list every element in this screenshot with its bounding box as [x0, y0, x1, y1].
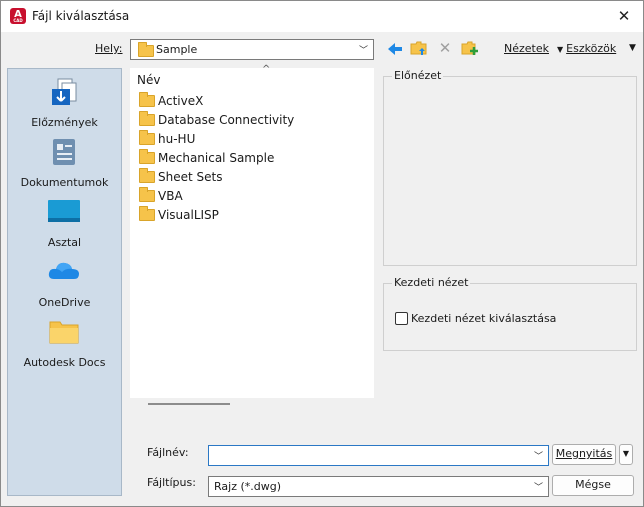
list-item[interactable]: Mechanical Sample: [139, 148, 274, 167]
chevron-down-icon: ﹀: [533, 452, 543, 462]
tools-menu[interactable]: ▼ Eszközök: [557, 42, 616, 55]
window-title: Fájl kiválasztása: [32, 9, 130, 23]
location-value: Sample: [156, 43, 198, 56]
filetype-value: Rajz (*.dwg): [214, 480, 282, 493]
new-folder-icon[interactable]: [461, 39, 479, 57]
back-arrow-icon[interactable]: [386, 40, 404, 58]
autocad-app-icon: A CAD: [10, 8, 26, 24]
history-icon: [52, 78, 77, 105]
folder-icon: [139, 91, 155, 107]
initial-view-label: Kezdeti nézet: [392, 276, 471, 289]
preview-group: Előnézet: [383, 69, 637, 266]
column-header-name[interactable]: Név: [137, 73, 160, 87]
place-label: Előzmények: [31, 116, 98, 129]
list-item[interactable]: ActiveX: [139, 91, 203, 110]
horizontal-scrollbar[interactable]: [148, 403, 230, 405]
location-label: Hely:: [95, 42, 123, 55]
file-dialog-window: A CAD Fájl kiválasztása ✕ Hely: Sample ﹀ …: [0, 0, 644, 507]
folder-icon: [139, 186, 155, 202]
file-list[interactable]: ^ Név ActiveX Database Connectivity hu-H…: [130, 64, 374, 398]
place-history[interactable]: Előzmények: [8, 71, 121, 131]
location-dropdown[interactable]: Sample ﹀: [130, 39, 374, 60]
place-label: OneDrive: [38, 296, 91, 309]
title-bar: A CAD Fájl kiválasztása ✕: [1, 1, 643, 32]
initial-view-checkbox-label[interactable]: Kezdeti nézet kiválasztása: [411, 312, 556, 325]
folder-icon: [139, 110, 155, 126]
views-menu[interactable]: Nézetek: [504, 42, 549, 55]
tools-dropdown-arrow-icon: ▼: [557, 45, 564, 54]
folder-icon: [139, 148, 155, 164]
onedrive-icon: [48, 262, 79, 279]
folder-icon: [139, 205, 155, 221]
initial-view-group: Kezdeti nézet Kezdeti nézet kiválasztása: [383, 276, 637, 351]
chevron-down-icon: ﹀: [358, 46, 368, 56]
delete-icon[interactable]: ✕: [436, 39, 454, 57]
list-item[interactable]: Sheet Sets: [139, 167, 222, 186]
folder-icon: [138, 42, 154, 57]
place-label: Autodesk Docs: [23, 356, 106, 369]
folder-icon: [139, 129, 155, 145]
list-item[interactable]: VBA: [139, 186, 183, 205]
toolbar-overflow-button[interactable]: ▼: [629, 43, 636, 53]
chevron-down-icon: ﹀: [533, 483, 543, 493]
open-button[interactable]: Megnyitás: [552, 444, 616, 465]
open-options-button[interactable]: ▼: [619, 444, 633, 465]
place-documents[interactable]: Dokumentumok: [8, 131, 121, 191]
filetype-label: Fájltípus:: [147, 476, 196, 489]
list-item[interactable]: Database Connectivity: [139, 110, 294, 129]
list-item[interactable]: hu-HU: [139, 129, 195, 148]
folder-icon: [139, 167, 155, 183]
places-bar: Előzmények Dokumentumok Asztal OneDrive …: [7, 68, 122, 496]
place-label: Dokumentumok: [20, 176, 109, 189]
desktop-icon: [48, 200, 80, 222]
documents-icon: [53, 139, 75, 165]
close-button[interactable]: ✕: [613, 8, 635, 26]
place-autodesk-docs[interactable]: Autodesk Docs: [8, 311, 121, 371]
cancel-button[interactable]: Mégse: [552, 475, 634, 496]
filename-input[interactable]: ﹀: [208, 445, 549, 466]
sort-ascending-icon: ^: [262, 64, 271, 75]
preview-label: Előnézet: [392, 69, 444, 82]
up-folder-icon[interactable]: [410, 39, 428, 57]
list-item[interactable]: VisualLISP: [139, 205, 219, 224]
place-desktop[interactable]: Asztal: [8, 191, 121, 251]
filetype-dropdown[interactable]: Rajz (*.dwg) ﹀: [208, 476, 549, 497]
place-onedrive[interactable]: OneDrive: [8, 251, 121, 311]
place-label: Asztal: [47, 236, 82, 249]
filename-label: Fájlnév:: [147, 446, 189, 459]
initial-view-checkbox[interactable]: [395, 312, 408, 325]
folder-icon: [49, 321, 79, 344]
